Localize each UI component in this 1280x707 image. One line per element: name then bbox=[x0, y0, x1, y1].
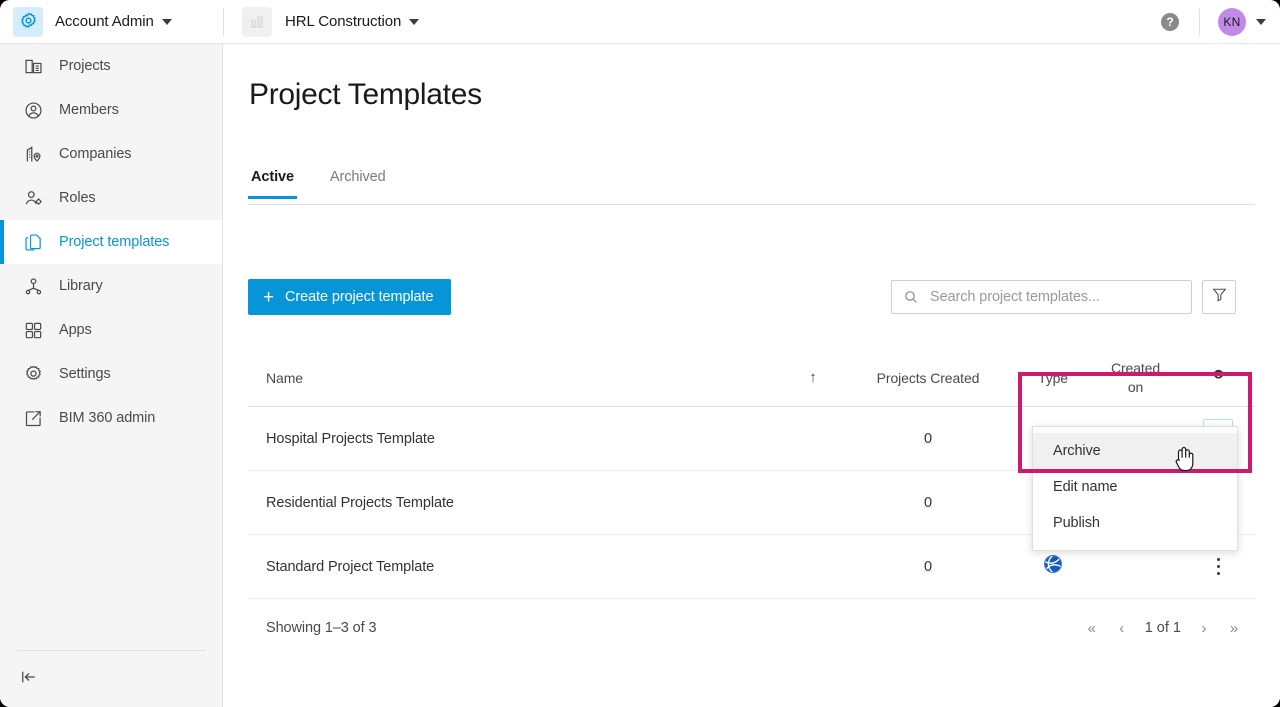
account-switcher[interactable]: Account Admin bbox=[0, 0, 223, 43]
type-cell bbox=[1018, 553, 1088, 580]
first-page-button[interactable]: « bbox=[1077, 613, 1107, 643]
page-indicator: 1 of 1 bbox=[1144, 620, 1181, 636]
kebab-dot bbox=[1216, 558, 1220, 561]
sidebar-item-label: Companies bbox=[59, 146, 132, 162]
sort-ascending-icon[interactable]: ↑ bbox=[788, 369, 838, 386]
sidebar-footer bbox=[0, 650, 222, 707]
created-on-line-1: Created bbox=[1110, 359, 1161, 376]
pagination: « ‹ 1 of 1 › » bbox=[1077, 613, 1255, 643]
topbar-divider-2 bbox=[1199, 8, 1200, 35]
sidebar-item-members[interactable]: Members bbox=[0, 88, 222, 132]
main-content: Project Templates Active Archived + Crea… bbox=[224, 44, 1280, 707]
table-footer: Showing 1–3 of 3 « ‹ 1 of 1 › » bbox=[248, 599, 1255, 657]
kebab-dot bbox=[1216, 572, 1220, 575]
last-page-button[interactable]: » bbox=[1219, 613, 1249, 643]
search-input[interactable] bbox=[928, 288, 1187, 306]
kebab-menu-icon[interactable] bbox=[1203, 547, 1233, 587]
template-name: Standard Project Template bbox=[266, 558, 435, 575]
sidebar-item-settings[interactable]: Settings bbox=[0, 352, 222, 396]
sidebar-item-label: Projects bbox=[59, 58, 111, 74]
account-name-label: Account Admin bbox=[55, 13, 154, 30]
create-project-template-button[interactable]: + Create project template bbox=[248, 279, 452, 315]
previous-page-button[interactable]: ‹ bbox=[1107, 613, 1137, 643]
sidebar-item-bim-360-admin[interactable]: BIM 360 admin bbox=[0, 396, 222, 440]
collapse-left-icon bbox=[18, 667, 40, 692]
row-actions-cell bbox=[1183, 547, 1253, 587]
column-header-projects-created[interactable]: Projects Created bbox=[838, 370, 1018, 386]
template-name: Hospital Projects Template bbox=[266, 430, 435, 447]
showing-count-label: Showing 1–3 of 3 bbox=[266, 620, 377, 636]
next-page-button[interactable]: › bbox=[1189, 613, 1219, 643]
app-window: Account Admin HRL Construction ? KN Proj… bbox=[0, 0, 1280, 707]
menu-item-edit-name[interactable]: Edit name bbox=[1033, 469, 1237, 505]
menu-item-archive[interactable]: Archive bbox=[1033, 433, 1237, 469]
sidebar-item-label: Members bbox=[59, 102, 119, 118]
projects-created-count: 0 bbox=[923, 494, 933, 511]
sidebar-item-label: Settings bbox=[59, 366, 111, 382]
sidebar-item-project-templates[interactable]: Project templates bbox=[0, 220, 222, 264]
user-gear-icon bbox=[21, 186, 45, 210]
company-pin-icon bbox=[21, 142, 45, 166]
sidebar-item-roles[interactable]: Roles bbox=[0, 176, 222, 220]
template-name: Residential Projects Template bbox=[266, 494, 454, 511]
sidebar-item-label: BIM 360 admin bbox=[59, 410, 156, 426]
kebab-dot bbox=[1216, 565, 1220, 568]
created-on-line-2: on bbox=[1127, 378, 1144, 395]
project-switcher[interactable]: HRL Construction bbox=[224, 0, 420, 43]
external-link-icon bbox=[21, 406, 45, 430]
sidebar-item-label: Library bbox=[59, 278, 103, 294]
gear-icon bbox=[13, 6, 43, 37]
grid-icon bbox=[21, 318, 45, 342]
search-box[interactable] bbox=[891, 280, 1192, 314]
topbar-actions: ? KN bbox=[1161, 7, 1280, 36]
building-icon bbox=[242, 6, 272, 37]
gear-icon bbox=[21, 362, 45, 386]
sitemap-icon bbox=[21, 274, 45, 298]
autodesk-globe-icon bbox=[1042, 553, 1064, 580]
top-bar: Account Admin HRL Construction ? KN bbox=[0, 0, 1280, 44]
avatar[interactable]: KN bbox=[1218, 7, 1246, 36]
projects-created-count: 0 bbox=[923, 430, 933, 447]
tab-bar: Active Archived bbox=[248, 169, 1255, 205]
sidebar: Projects Members Companies Roles Project… bbox=[0, 44, 223, 707]
sidebar-item-label: Roles bbox=[59, 190, 96, 206]
table-settings-button[interactable] bbox=[1183, 367, 1253, 389]
chevron-down-icon[interactable] bbox=[1256, 18, 1266, 25]
tab-archived[interactable]: Archived bbox=[327, 169, 389, 199]
sidebar-item-label: Apps bbox=[59, 322, 92, 338]
help-icon[interactable]: ? bbox=[1161, 12, 1179, 31]
tab-active[interactable]: Active bbox=[248, 169, 297, 199]
project-name-label: HRL Construction bbox=[285, 13, 402, 30]
sidebar-item-apps[interactable]: Apps bbox=[0, 308, 222, 352]
plus-icon: + bbox=[263, 286, 274, 308]
sidebar-item-projects[interactable]: Projects bbox=[0, 44, 222, 88]
sidebar-item-companies[interactable]: Companies bbox=[0, 132, 222, 176]
column-header-type[interactable]: Type bbox=[1018, 370, 1088, 386]
page-title: Project Templates bbox=[249, 78, 482, 111]
row-context-menu: Archive Edit name Publish bbox=[1032, 426, 1238, 551]
filter-button[interactable] bbox=[1202, 280, 1236, 314]
create-button-label: Create project template bbox=[285, 289, 434, 305]
column-header-created-on[interactable]: Created on bbox=[1088, 359, 1183, 397]
filter-icon bbox=[1211, 286, 1228, 308]
table-header-row: Name ↑ Projects Created Type Created on bbox=[248, 349, 1255, 407]
documents-icon bbox=[21, 230, 45, 254]
sidebar-item-library[interactable]: Library bbox=[0, 264, 222, 308]
projects-created-count: 0 bbox=[923, 558, 933, 575]
column-header-name[interactable]: Name bbox=[248, 370, 788, 386]
sidebar-item-label: Project templates bbox=[59, 234, 170, 250]
search-icon bbox=[903, 289, 919, 305]
chevron-down-icon[interactable] bbox=[409, 18, 420, 25]
menu-item-publish[interactable]: Publish bbox=[1033, 505, 1237, 541]
gear-icon bbox=[1209, 367, 1228, 389]
user-circle-icon bbox=[21, 98, 45, 122]
buildings-icon bbox=[21, 54, 45, 78]
sidebar-collapse-button[interactable] bbox=[0, 651, 222, 707]
chevron-down-icon[interactable] bbox=[161, 18, 172, 25]
